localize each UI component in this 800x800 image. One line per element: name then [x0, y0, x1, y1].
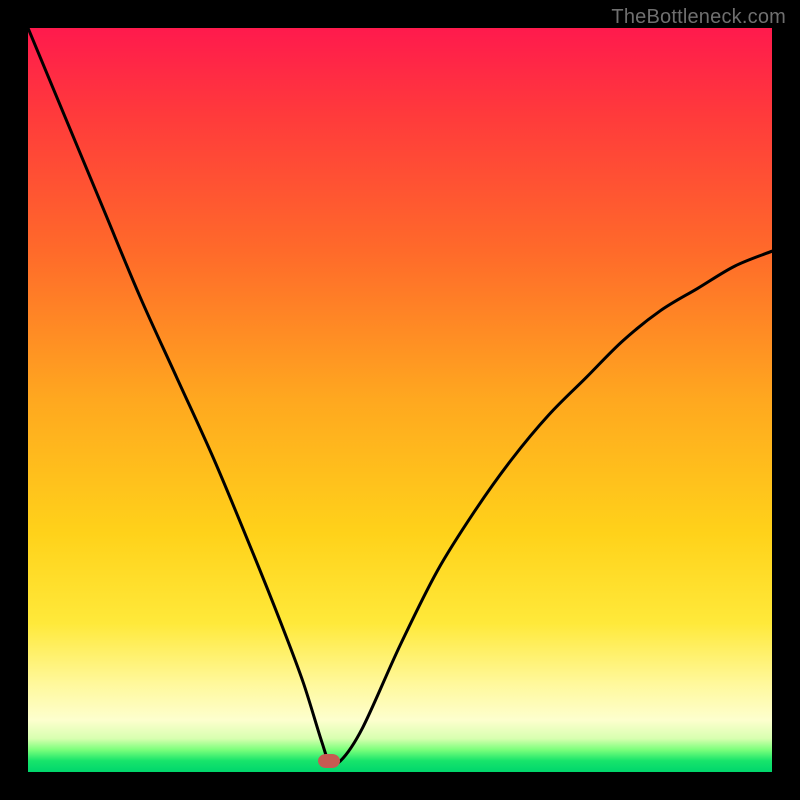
plot-area [28, 28, 772, 772]
optimal-marker [318, 754, 340, 768]
chart-frame: TheBottleneck.com [0, 0, 800, 800]
curve-path [28, 28, 772, 764]
watermark-text: TheBottleneck.com [611, 6, 786, 29]
bottleneck-curve [28, 28, 772, 772]
